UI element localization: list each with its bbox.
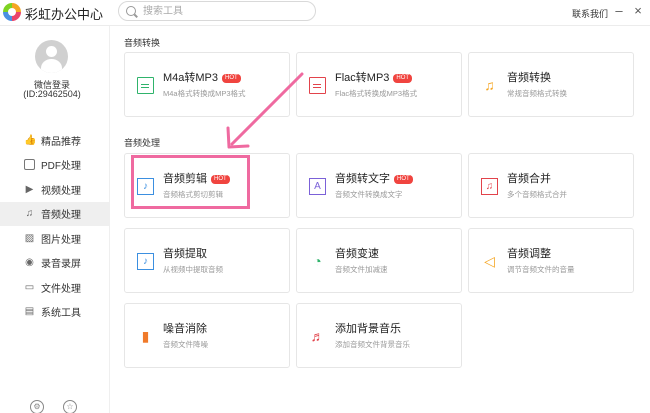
thumbs-up-icon: 👍 [24, 134, 37, 146]
card-title-text: 音频剪辑 [163, 173, 207, 185]
sidebar-item-folder[interactable]: ▭ 文件处理 [0, 275, 109, 300]
audio-merge-icon: ♫ [481, 178, 498, 195]
card-description: 添加音频文件背景音乐 [335, 340, 410, 349]
m4a-icon [137, 77, 154, 94]
sidebar-nav: 👍 精品推荐 PDF处理 ▶ 视频处理 ♫ 音频处理 ▨ 图片处理 ◉ 录音录屏 ▭ 文件处理 ▤ 系统工具 [0, 128, 109, 324]
sidebar-item-thumbs-up[interactable]: 👍 精品推荐 [0, 128, 109, 153]
card-description: 音频文件降噪 [163, 340, 208, 349]
sidebar-item-label: 系统工具 [41, 308, 81, 320]
settings-icon[interactable]: ⚙ [30, 400, 44, 413]
sidebar-item-music[interactable]: ♫ 音频处理 [0, 201, 109, 226]
card-title: 添加背景音乐 [335, 320, 401, 336]
avatar[interactable] [35, 40, 68, 73]
hot-badge: HOT [211, 175, 230, 184]
pdf-icon [24, 159, 35, 171]
app-logo-icon [3, 3, 21, 21]
card-title-text: Flac转MP3 [335, 72, 390, 84]
sidebar-item-label: 录音录屏 [41, 259, 81, 271]
sidebar-item-label: 视频处理 [41, 185, 81, 197]
tools-icon: ▤ [24, 306, 35, 318]
tool-card-volume[interactable]: ◁ 音频调整调节音频文件的音量 [468, 228, 634, 293]
main-content: 音频转换 音频处理 M4a转MP3 HOT M4a格式转换成MP3格式 Flac转MP… [110, 26, 650, 413]
card-title-text: M4a转MP3 [163, 72, 219, 84]
sidebar-item-record[interactable]: ◉ 录音录屏 [0, 251, 109, 276]
sidebar-item-label: PDF处理 [41, 161, 81, 173]
card-title: 音频调整 [507, 245, 551, 261]
card-title: 音频转文字 HOT [335, 170, 413, 186]
card-title: 音频提取 [163, 245, 207, 261]
section-title-audio-process: 音频处理 [124, 138, 161, 148]
sidebar: 微信登录 (ID:29462504) 👍 精品推荐 PDF处理 ▶ 视频处理 ♫ 音频处理 ▨… [0, 26, 110, 413]
search-icon [126, 6, 136, 16]
card-description: Flac格式转换成MP3格式 [335, 89, 418, 98]
sidebar-item-image[interactable]: ▨ 图片处理 [0, 226, 109, 251]
tool-card-audio-to-text[interactable]: A 音频转文字 HOT 音频文件转换成文字 [296, 153, 462, 218]
audio-cut-icon: ♪ [137, 178, 154, 195]
image-icon: ▨ [24, 232, 35, 244]
sidebar-item-label: 图片处理 [41, 234, 81, 246]
sidebar-item-label: 精品推荐 [41, 136, 81, 148]
tool-card-audio-convert[interactable]: ♫ 音频转换常规音频格式转换 [468, 52, 634, 117]
card-title-text: 音频转文字 [335, 173, 390, 185]
card-title-text: 音频合并 [507, 173, 551, 185]
noise-removal-icon: ▮ [141, 328, 150, 344]
audio-to-text-icon: A [309, 178, 326, 195]
card-description: 调节音频文件的音量 [507, 265, 575, 274]
tool-card-noise-removal[interactable]: ▮ 噪音消除音频文件降噪 [124, 303, 290, 368]
card-title-text: 噪音消除 [163, 323, 207, 335]
card-title: 音频变速 [335, 245, 379, 261]
hot-badge: HOT [394, 175, 413, 184]
record-icon: ◉ [25, 257, 34, 269]
user-id: (ID:29462504) [23, 89, 81, 99]
bg-music-icon: ♬ [310, 328, 325, 344]
folder-icon: ▭ [24, 281, 35, 293]
sidebar-item-label: 音频处理 [41, 210, 81, 222]
flac-icon [309, 77, 326, 94]
music-icon: ♫ [25, 208, 34, 220]
pointer-arrow [226, 72, 304, 149]
card-title-text: 音频转换 [507, 72, 551, 84]
card-description: 多个音频格式合并 [507, 190, 567, 199]
section-title-audio-convert: 音频转换 [124, 38, 161, 48]
contact-us-link[interactable]: 联系我们 [572, 7, 608, 20]
search-box[interactable] [118, 1, 316, 21]
tool-card-audio-extract[interactable]: ♪ 音频提取从视频中提取音频 [124, 228, 290, 293]
card-description: 从视频中提取音频 [163, 265, 223, 274]
sidebar-item-video[interactable]: ▶ 视频处理 [0, 177, 109, 202]
card-title-text: 音频提取 [163, 248, 207, 260]
volume-icon: ◁ [484, 253, 495, 269]
card-title: 音频转换 [507, 69, 551, 85]
audio-speed-icon: ◔ [313, 253, 322, 269]
tool-card-audio-merge[interactable]: ♫ 音频合并多个音频格式合并 [468, 153, 634, 218]
title-bar: 彩虹办公中心 联系我们 – × [0, 0, 650, 26]
star-icon[interactable]: ☆ [63, 400, 77, 413]
card-title: 音频合并 [507, 170, 551, 186]
card-title-text: 添加背景音乐 [335, 323, 401, 335]
search-input[interactable] [143, 4, 308, 18]
audio-extract-icon: ♪ [137, 253, 154, 270]
tool-card-flac[interactable]: Flac转MP3 HOT Flac格式转换成MP3格式 [296, 52, 462, 117]
app-title: 彩虹办公中心 [25, 7, 104, 22]
sidebar-item-tools[interactable]: ▤ 系统工具 [0, 300, 109, 325]
card-description: 音频格式剪切剪辑 [163, 190, 223, 199]
card-title: 噪音消除 [163, 320, 207, 336]
sidebar-item-pdf[interactable]: PDF处理 [0, 153, 109, 178]
video-icon: ▶ [25, 183, 34, 195]
tool-card-audio-speed[interactable]: ◔ 音频变速音频文件加减速 [296, 228, 462, 293]
card-description: 常规音频格式转换 [507, 89, 567, 98]
card-title-text: 音频变速 [335, 248, 379, 260]
close-icon[interactable]: × [631, 4, 645, 19]
card-description: 音频文件加减速 [335, 265, 388, 274]
hot-badge: HOT [393, 74, 413, 83]
card-title: Flac转MP3 HOT [335, 69, 413, 85]
card-title-text: 音频调整 [507, 248, 551, 260]
tool-card-bg-music[interactable]: ♬ 添加背景音乐 添加音频文件背景音乐 [296, 303, 462, 368]
card-title: 音频剪辑 HOT [163, 170, 230, 186]
card-description: 音频文件转换成文字 [335, 190, 403, 199]
minimize-icon[interactable]: – [612, 4, 626, 19]
tool-card-audio-cut[interactable]: ♪ 音频剪辑 HOT 音频格式剪切剪辑 [124, 153, 290, 218]
sidebar-item-label: 文件处理 [41, 283, 81, 295]
audio-convert-icon: ♫ [484, 77, 495, 93]
